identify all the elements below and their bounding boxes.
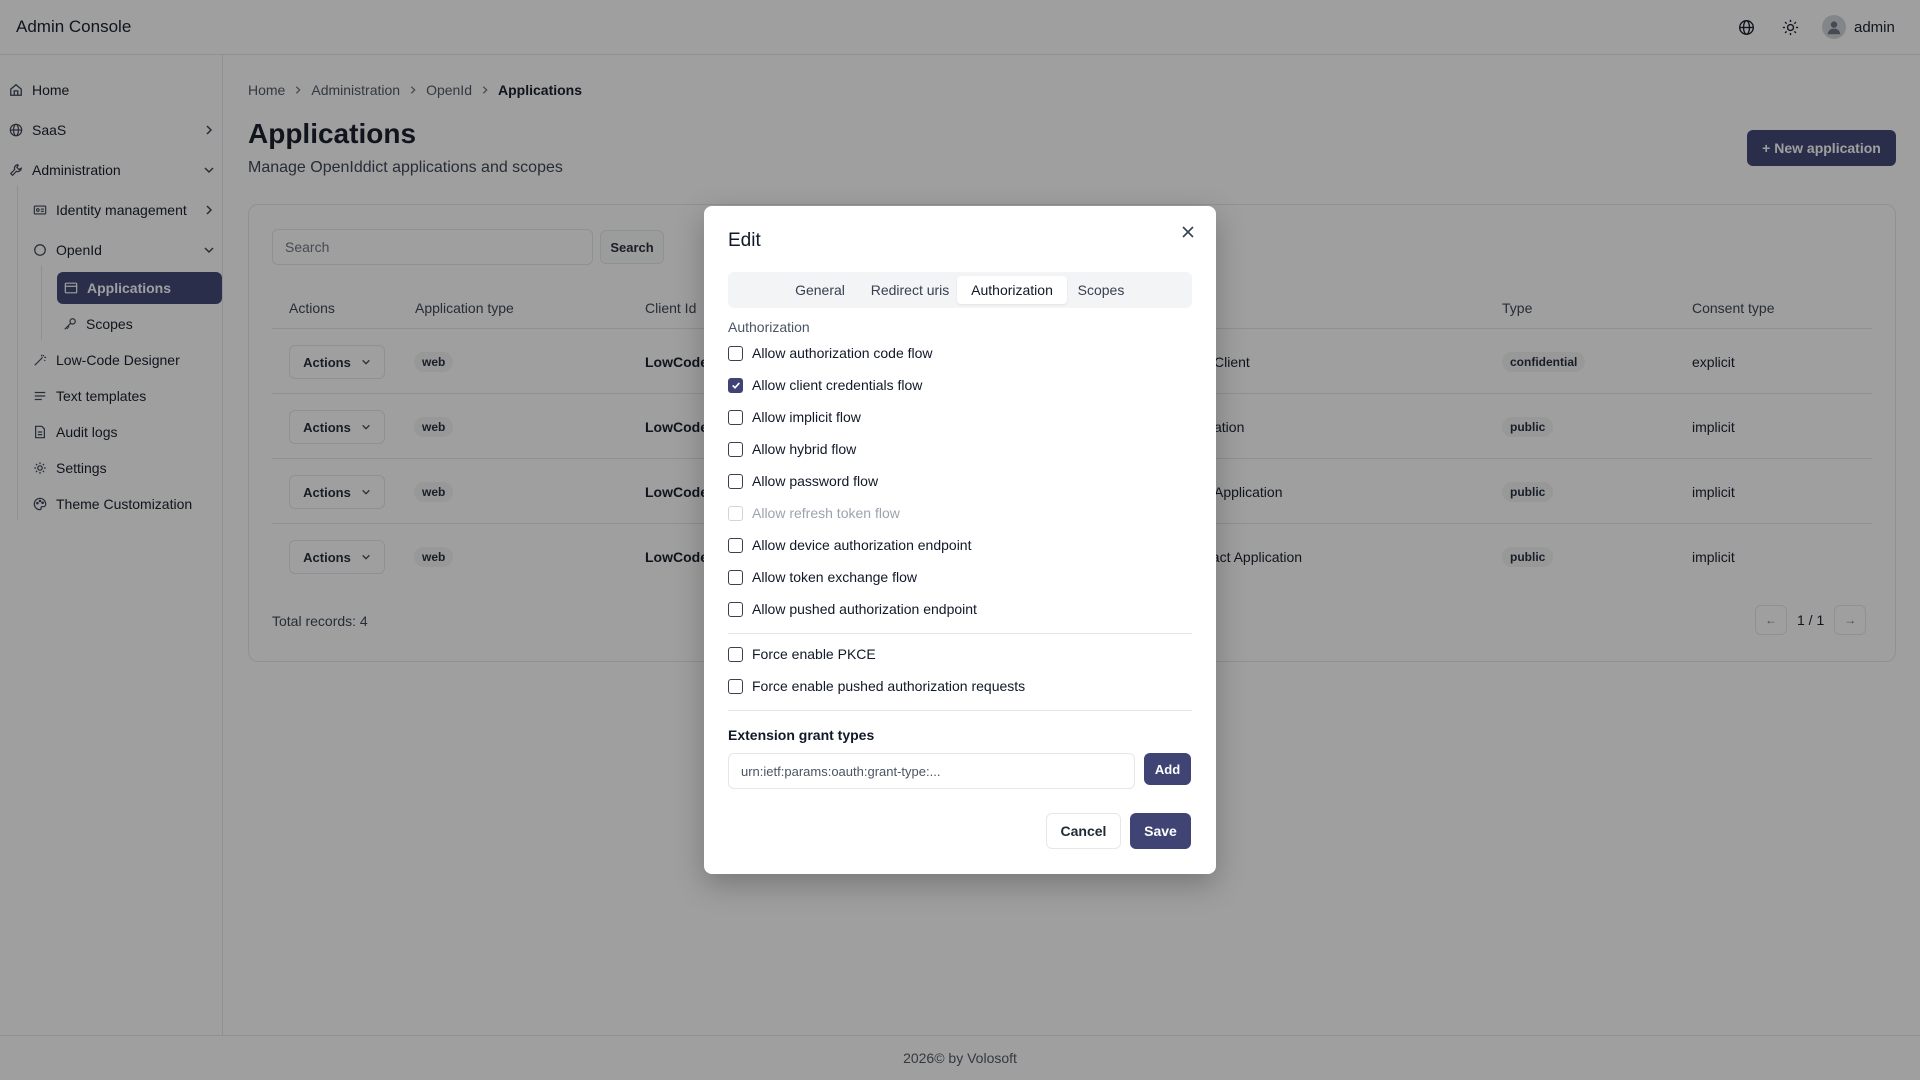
allow-client-credentials-flow-checkbox[interactable]: Allow client credentials flow xyxy=(728,377,922,393)
tab-redirect-uris[interactable]: Redirect uris xyxy=(862,276,958,304)
checkbox-label: Allow device authorization endpoint xyxy=(752,537,972,553)
checkbox-box xyxy=(728,409,743,425)
force-enable-pushed-authorization-requests-checkbox[interactable]: Force enable pushed authorization reques… xyxy=(728,678,1025,694)
checkbox-box xyxy=(728,473,743,489)
allow-hybrid-flow-checkbox[interactable]: Allow hybrid flow xyxy=(728,441,856,457)
tab-list: General Redirect uris Authorization Scop… xyxy=(728,272,1192,308)
checkbox-label: Allow token exchange flow xyxy=(752,569,917,585)
checkbox-box xyxy=(728,345,743,361)
extension-grant-types-label: Extension grant types xyxy=(728,727,875,743)
checkbox-label: Force enable PKCE xyxy=(752,646,876,662)
allow-token-exchange-flow-checkbox[interactable]: Allow token exchange flow xyxy=(728,569,917,585)
tab-general[interactable]: General xyxy=(784,276,856,304)
allow-implicit-flow-checkbox[interactable]: Allow implicit flow xyxy=(728,409,861,425)
tab-authorization[interactable]: Authorization xyxy=(957,276,1067,304)
edit-dialog: Edit General Redirect uris Authorization… xyxy=(704,206,1216,874)
checkbox-label: Allow pushed authorization endpoint xyxy=(752,601,977,617)
checkbox-label: Allow hybrid flow xyxy=(752,441,857,457)
cancel-button[interactable]: Cancel xyxy=(1046,813,1121,849)
checkbox-box xyxy=(728,601,743,617)
checkbox-label: Allow refresh token flow xyxy=(752,505,900,521)
checkbox-box xyxy=(728,537,743,553)
checkbox-label: Allow implicit flow xyxy=(752,409,861,425)
allow-password-flow-checkbox[interactable]: Allow password flow xyxy=(728,473,878,489)
allow-authorization-code-flow-checkbox[interactable]: Allow authorization code flow xyxy=(728,345,933,361)
allow-pushed-authorization-endpoint-checkbox[interactable]: Allow pushed authorization endpoint xyxy=(728,601,977,617)
checkbox-label: Allow authorization code flow xyxy=(752,345,933,361)
checkbox-box xyxy=(728,678,743,694)
section-divider xyxy=(728,710,1192,711)
checkbox-label: Allow password flow xyxy=(752,473,879,489)
allow-refresh-token-flow-checkbox: Allow refresh token flow xyxy=(728,505,900,521)
extension-grant-type-input[interactable]: urn:ietf:params:oauth:grant-type:... xyxy=(728,753,1135,789)
add-grant-type-button[interactable]: Add xyxy=(1144,753,1191,785)
force-enable-pkce-checkbox[interactable]: Force enable PKCE xyxy=(728,646,876,662)
checkbox-box xyxy=(728,505,743,521)
section-divider xyxy=(728,633,1192,634)
save-button[interactable]: Save xyxy=(1130,813,1191,849)
checkbox-box xyxy=(728,569,743,585)
allow-device-authorization-endpoint-checkbox[interactable]: Allow device authorization endpoint xyxy=(728,537,971,553)
checkmark-icon xyxy=(728,377,743,393)
checkbox-label: Allow client credentials flow xyxy=(752,377,923,393)
close-icon[interactable] xyxy=(1180,224,1196,240)
checkbox-box xyxy=(728,646,743,662)
checkbox-box xyxy=(728,441,743,457)
authorization-section-label: Authorization xyxy=(728,319,810,335)
checkbox-label: Force enable pushed authorization reques… xyxy=(752,678,1026,694)
dialog-title: Edit xyxy=(728,230,761,251)
tab-scopes[interactable]: Scopes xyxy=(1068,276,1134,304)
